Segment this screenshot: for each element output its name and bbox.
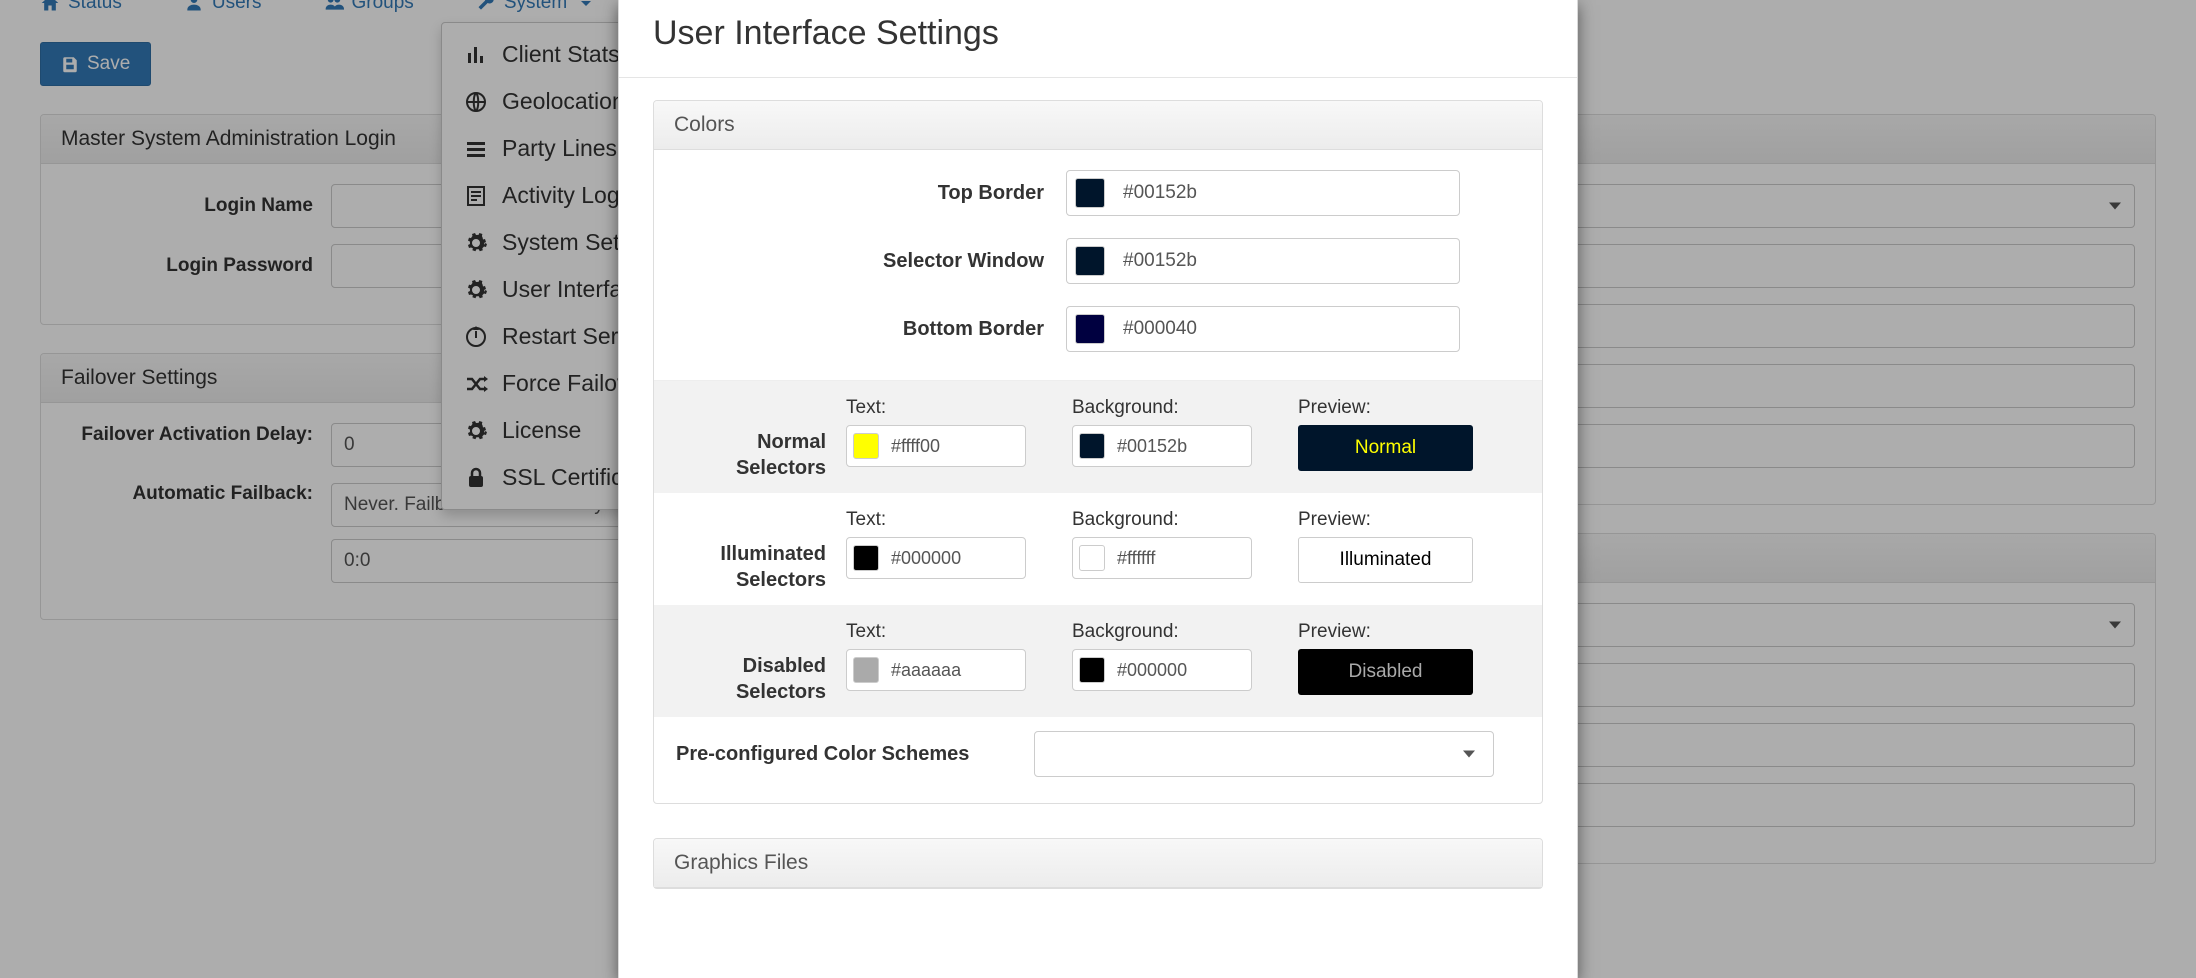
color-value: #aaaaaa xyxy=(885,660,1025,681)
color-value: #ffff00 xyxy=(885,436,1025,457)
color-swatch[interactable] xyxy=(1075,246,1105,276)
label-normal-selectors: Normal Selectors xyxy=(676,397,846,481)
label-top-border: Top Border xyxy=(676,182,1066,205)
color-input-illum-bg[interactable]: #ffffff xyxy=(1072,537,1252,579)
modal-title: User Interface Settings xyxy=(619,0,1577,78)
preview-normal: Normal xyxy=(1298,425,1473,471)
color-input-disabled-text[interactable]: #aaaaaa xyxy=(846,649,1026,691)
row-preconfigured-schemes: Pre-configured Color Schemes xyxy=(676,717,1520,783)
select-preconfigured[interactable] xyxy=(1034,731,1494,777)
label-text: Text: xyxy=(846,509,1064,531)
color-value: #00152b xyxy=(1111,436,1251,457)
color-value: #000000 xyxy=(1111,660,1251,681)
label-text: Text: xyxy=(846,397,1064,419)
label-selector-window: Selector Window xyxy=(676,250,1066,273)
color-swatch[interactable] xyxy=(853,433,879,459)
label-disabled-selectors: Disabled Selectors xyxy=(676,621,846,705)
color-swatch[interactable] xyxy=(853,545,879,571)
color-value: #00152b xyxy=(1113,182,1459,204)
color-swatch[interactable] xyxy=(1079,433,1105,459)
label-preview: Preview: xyxy=(1298,509,1473,531)
label-preconfigured: Pre-configured Color Schemes xyxy=(676,743,1034,766)
color-input-normal-text[interactable]: #ffff00 xyxy=(846,425,1026,467)
color-input-disabled-bg[interactable]: #000000 xyxy=(1072,649,1252,691)
color-input-selector-window[interactable]: #00152b xyxy=(1066,238,1460,284)
label-background: Background: xyxy=(1072,509,1290,531)
modal-ui-settings: User Interface Settings Colors Top Borde… xyxy=(618,0,1578,978)
color-swatch[interactable] xyxy=(1079,545,1105,571)
label-background: Background: xyxy=(1072,621,1290,643)
label-preview: Preview: xyxy=(1298,621,1473,643)
label-bottom-border: Bottom Border xyxy=(676,318,1066,341)
color-swatch[interactable] xyxy=(1075,314,1105,344)
color-swatch[interactable] xyxy=(853,657,879,683)
preview-illuminated: Illuminated xyxy=(1298,537,1473,583)
preview-disabled: Disabled xyxy=(1298,649,1473,695)
panel-graphics-files: Graphics Files xyxy=(653,838,1543,889)
chevron-down-icon xyxy=(1463,751,1475,758)
color-value: #00152b xyxy=(1113,250,1459,272)
label-background: Background: xyxy=(1072,397,1290,419)
label-text: Text: xyxy=(846,621,1064,643)
color-input-illum-text[interactable]: #000000 xyxy=(846,537,1026,579)
label-preview: Preview: xyxy=(1298,397,1473,419)
color-value: #000040 xyxy=(1113,318,1459,340)
color-input-bottom-border[interactable]: #000040 xyxy=(1066,306,1460,352)
row-disabled-selectors: Disabled Selectors Text: #aaaaaa Backgro… xyxy=(654,605,1542,717)
color-value: #ffffff xyxy=(1111,548,1251,569)
panel-heading: Graphics Files xyxy=(654,839,1542,888)
row-normal-selectors: Normal Selectors Text: #ffff00 Backgroun… xyxy=(654,381,1542,493)
row-illuminated-selectors: Illuminated Selectors Text: #000000 Back… xyxy=(676,493,1520,605)
label-illuminated-selectors: Illuminated Selectors xyxy=(676,509,846,593)
color-input-top-border[interactable]: #00152b xyxy=(1066,170,1460,216)
panel-colors: Colors Top Border #00152b Selector Windo… xyxy=(653,100,1543,804)
color-value: #000000 xyxy=(885,548,1025,569)
color-swatch[interactable] xyxy=(1075,178,1105,208)
color-input-normal-bg[interactable]: #00152b xyxy=(1072,425,1252,467)
panel-heading: Colors xyxy=(654,101,1542,150)
color-swatch[interactable] xyxy=(1079,657,1105,683)
